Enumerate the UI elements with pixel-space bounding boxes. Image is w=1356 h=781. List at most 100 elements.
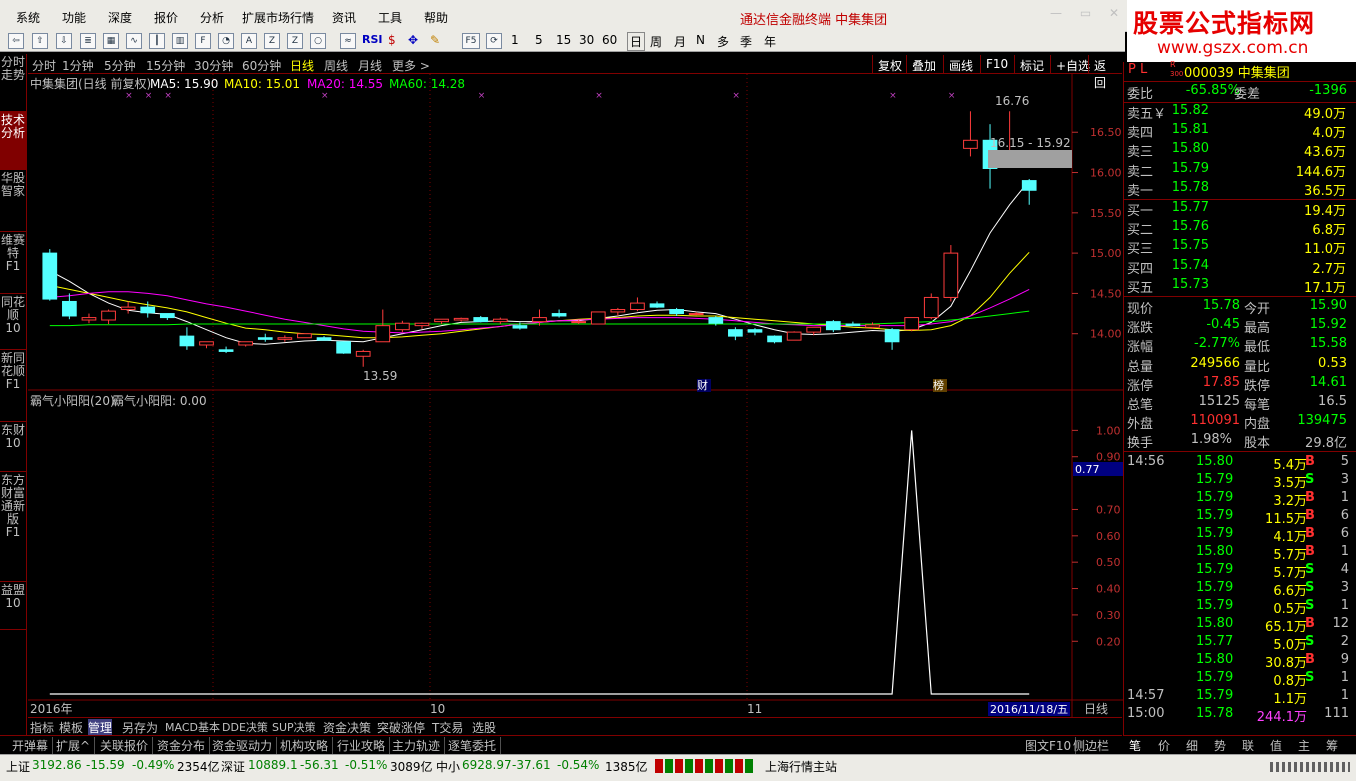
bid-row[interactable]: 买四 15.74 2.7万 [1124,258,1356,277]
tab-macd[interactable]: MACD基本 [165,719,220,735]
period-timeshare[interactable]: 分时 [32,57,56,74]
left-tab-new-ths[interactable]: 新同花顺F1 [0,350,26,422]
server-site[interactable]: 上海行情主站 [765,758,837,775]
period-30min[interactable]: 30分钟 [194,57,233,74]
period-15-button[interactable]: 15 [556,33,571,47]
fund-driver-button[interactable]: 资金驱动力 [212,737,278,754]
period-5min[interactable]: 5分钟 [104,57,136,74]
menu-tools[interactable]: 工具 [378,9,402,26]
period-year-button[interactable]: 年 [764,33,776,50]
left-tab-huagu[interactable]: 华股智家 [0,170,26,232]
period-more[interactable]: 更多 > [392,57,430,74]
return-button[interactable]: 返回 [1088,55,1122,90]
fin-icon[interactable]: F [195,33,211,49]
period-week-button[interactable]: 周 [650,33,662,50]
menu-news[interactable]: 资讯 [332,9,356,26]
close-icon[interactable]: ✕ [1109,6,1119,20]
refresh-icon[interactable]: ⟳ [486,33,502,49]
period-1-button[interactable]: 1 [511,33,519,47]
overlay-button[interactable]: 叠加 [906,55,941,73]
period-5-button[interactable]: 5 [535,33,543,47]
period-month-button[interactable]: 月 [674,33,686,50]
bid-row[interactable]: 买二 15.76 6.8万 [1124,219,1356,238]
draw-button[interactable]: 画线 [943,55,978,73]
period-daily[interactable]: 日线 [290,57,314,74]
tab-manage[interactable]: 管理 [88,719,113,736]
main-track-button[interactable]: 主力轨迹 [392,737,446,754]
qtab-trend[interactable]: 势 [1214,737,1226,754]
ask-row[interactable]: 卖二 15.79 144.6万 [1124,161,1356,180]
line-chart-icon[interactable]: ∿ [126,33,142,49]
left-tab-timeshare[interactable]: 分时走势 [0,54,26,112]
period-30-button[interactable]: 30 [579,33,594,47]
order-entrust-button[interactable]: 逐笔委托 [448,737,502,754]
qtab-main[interactable]: 主 [1298,737,1310,754]
tab-saveas[interactable]: 另存为 [122,719,158,736]
left-tab-dongcai[interactable]: 东财10 [0,422,26,472]
period-monthly[interactable]: 月线 [358,57,382,74]
up-icon[interactable]: ⇧ [32,33,48,49]
period-multi-button[interactable]: 多 [717,33,729,50]
bid-row[interactable]: 买一 15.77 19.4万 [1124,200,1356,219]
qtab-detail[interactable]: 细 [1186,737,1198,754]
tab-t-trade[interactable]: T交易 [432,719,463,736]
tab-breakout[interactable]: 突破涨停 [377,719,425,736]
extend-button[interactable]: 扩展^ [56,737,96,754]
barrage-button[interactable]: 开弹幕 [12,737,54,754]
period-quarter-button[interactable]: 季 [740,33,752,50]
mark-button[interactable]: 标记 [1014,55,1049,73]
left-tab-ths[interactable]: 同花顺10 [0,294,26,350]
period-60-button[interactable]: 60 [602,33,617,47]
qtab-linked[interactable]: 联 [1242,737,1254,754]
tab-fund[interactable]: 资金决策 [323,719,371,736]
period-day-button[interactable]: 日 [627,32,646,51]
tab-template[interactable]: 模板 [59,719,83,736]
kline-icon[interactable]: ┃ [149,33,165,49]
f10-button[interactable]: F10 [980,55,1013,73]
left-tab-eastmoney[interactable]: 东方财富通新版F1 [0,472,26,582]
back-icon[interactable]: ⇦ [8,33,24,49]
qtab-chips[interactable]: 筹 [1326,737,1338,754]
menu-depth[interactable]: 深度 [108,9,132,26]
menu-function[interactable]: 功能 [62,9,86,26]
institution-button[interactable]: 机构攻略 [280,737,334,754]
ask-row[interactable]: 卖一 15.78 36.5万 [1124,180,1356,199]
tab-dde[interactable]: DDE决策 [222,719,268,735]
f5-button[interactable]: F5 [462,33,480,49]
left-tab-yimeng[interactable]: 益盟10 [0,582,26,630]
pie-icon[interactable]: ◔ [218,33,234,49]
maximize-icon[interactable]: ▭ [1080,6,1091,20]
left-tab-technical[interactable]: 技术分析 [0,112,26,170]
period-n-button[interactable]: N [696,33,705,47]
move-icon[interactable]: ✥ [408,33,418,47]
tag-cai[interactable]: 财 [697,378,708,392]
list-icon[interactable]: ≣ [80,33,96,49]
down-icon[interactable]: ⇩ [56,33,72,49]
period-60min[interactable]: 60分钟 [242,57,281,74]
qtab-price[interactable]: 价 [1158,737,1170,754]
period-weekly[interactable]: 周线 [324,57,348,74]
f10-graph-button[interactable]: 图文F10 [1025,737,1077,754]
period-15min[interactable]: 15分钟 [146,57,185,74]
dollar-icon[interactable]: $ [388,33,396,47]
grid-icon[interactable]: ▦ [103,33,119,49]
ask-row[interactable]: 卖三 15.80 43.6万 [1124,141,1356,160]
menu-help[interactable]: 帮助 [424,9,448,26]
menu-ext-market[interactable]: 扩展市场行情 [242,9,314,26]
qtab-trade[interactable]: 笔 [1129,737,1141,754]
related-quote-button[interactable]: 关联报价 [100,737,154,754]
minimize-icon[interactable]: — [1050,6,1062,20]
bid-row[interactable]: 买五 15.73 17.1万 [1124,277,1356,296]
left-tab-weisaite[interactable]: 维赛特F1 [0,232,26,294]
wave-icon[interactable]: ≈ [340,33,356,49]
tag-bang[interactable]: 榜 [933,378,944,392]
period-1min[interactable]: 1分钟 [62,57,94,74]
kline-chart[interactable]: 中集集团(日线 前复权) MA5: 15.90 MA10: 15.01 MA20… [28,74,1123,736]
bid-row[interactable]: 买三 15.75 11.0万 [1124,238,1356,257]
tab-select-stock[interactable]: 选股 [472,719,496,736]
menu-analysis[interactable]: 分析 [200,9,224,26]
industry-button[interactable]: 行业攻略 [337,737,391,754]
qtab-value[interactable]: 值 [1270,737,1282,754]
zoom-icon[interactable]: Z [287,33,303,49]
fa-icon[interactable]: A [241,33,257,49]
